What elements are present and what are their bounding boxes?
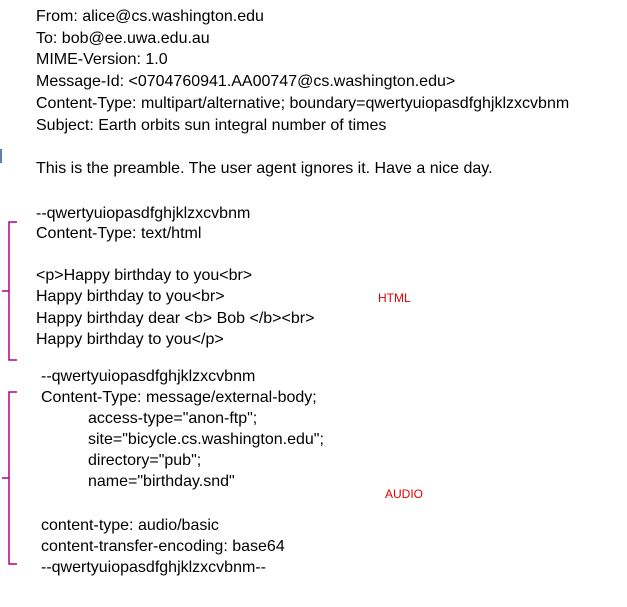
html-body-line: Happy birthday dear <b> Bob </b><br> [36,310,315,327]
preamble-text: This is the preamble. The user agent ign… [36,160,493,177]
audio-transfer-encoding: content-transfer-encoding: base64 [41,538,285,555]
header-mime-version: MIME-Version: 1.0 [36,51,168,68]
audio-param: access-type="anon-ftp"; [88,410,258,427]
html-body-line: <p>Happy birthday to you<br> [36,267,253,284]
html-body-line: Happy birthday to you</p> [36,331,224,348]
header-to: To: bob@ee.uwa.edu.au [36,30,210,47]
left-edge-marker [0,149,2,163]
header-from: From: alice@cs.washington.edu [36,8,264,25]
html-boundary: --qwertyuiopasdfghjklzxcvbnm [36,205,251,222]
header-subject: Subject: Earth orbits sun integral numbe… [36,117,387,134]
audio-boundary: --qwertyuiopasdfghjklzxcvbnm [41,368,256,385]
html-body-line: Happy birthday to you<br> [36,288,225,305]
end-boundary: --qwertyuiopasdfghjklzxcvbnm-- [41,559,266,576]
header-message-id: Message-Id: <0704760941.AA00747@cs.washi… [36,73,456,90]
html-content-type: Content-Type: text/html [36,225,202,242]
audio-param: directory="pub"; [88,452,202,469]
audio-content-type: Content-Type: message/external-body; [41,389,317,406]
html-label: HTML [378,291,411,305]
audio-param: site="bicycle.cs.washington.edu"; [88,431,324,448]
audio-label: AUDIO [385,487,424,501]
audio-part-bracket [2,391,17,565]
header-content-type: Content-Type: multipart/alternative; bou… [36,95,570,112]
audio-param: name="birthday.snd" [88,473,235,490]
html-part-bracket [2,221,17,361]
audio-inner-content-type: content-type: audio/basic [41,517,219,534]
